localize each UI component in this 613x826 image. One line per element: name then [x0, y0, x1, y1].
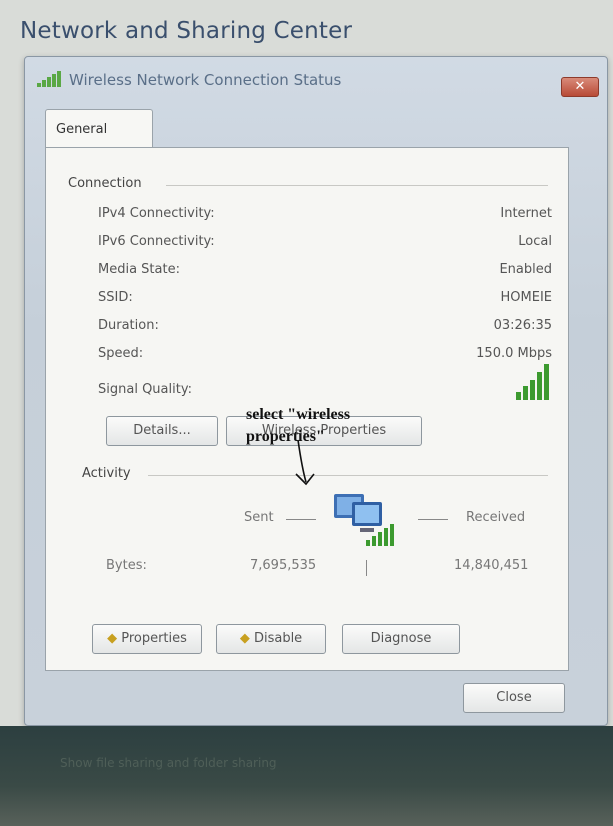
ipv6-label: IPv6 Connectivity: — [98, 234, 215, 249]
disable-button-label: Disable — [253, 631, 303, 646]
network-computers-icon — [334, 494, 394, 546]
activity-group-divider — [148, 475, 548, 476]
properties-button[interactable]: ◆ Properties — [92, 624, 202, 654]
duration-value: 03:26:35 — [493, 318, 552, 333]
disable-button[interactable]: ◆ Disable — [216, 624, 326, 654]
ipv4-label: IPv4 Connectivity: — [98, 206, 215, 221]
sent-label: Sent — [244, 510, 274, 525]
speed-value: 150.0 Mbps — [476, 346, 552, 361]
speed-label: Speed: — [98, 346, 144, 361]
shield-icon: ◆ — [239, 631, 250, 646]
bytes-label: Bytes: — [106, 558, 147, 573]
media-state-label: Media State: — [98, 262, 180, 277]
shield-icon: ◆ — [107, 631, 118, 646]
tab-general[interactable]: General — [45, 109, 153, 150]
received-line — [418, 519, 448, 520]
close-window-button[interactable]: ✕ — [561, 77, 599, 97]
activity-group-label: Activity — [82, 466, 131, 481]
close-button[interactable]: Close — [463, 683, 565, 713]
bytes-received-value: 14,840,451 — [454, 558, 529, 573]
background-taskbar-area — [0, 726, 613, 826]
ssid-value: HOMEIE — [500, 290, 553, 305]
signal-quality-icon — [516, 364, 549, 400]
bytes-separator — [366, 560, 367, 576]
connection-group-label: Connection — [68, 176, 142, 191]
arrow-down-icon — [295, 439, 315, 486]
signal-quality-label: Signal Quality: — [98, 382, 192, 397]
connection-group-divider — [166, 185, 548, 186]
ipv4-value: Internet — [500, 206, 552, 221]
general-panel: Connection IPv4 Connectivity: Internet I… — [45, 147, 569, 671]
status-dialog: Wireless Network Connection Status ✕ Gen… — [24, 56, 608, 726]
signal-strength-icon — [37, 71, 61, 87]
background-footer-text: Show file sharing and folder sharing — [60, 756, 277, 770]
sent-line — [286, 519, 316, 520]
media-state-value: Enabled — [499, 262, 552, 277]
bytes-sent-value: 7,695,535 — [250, 558, 317, 573]
properties-button-label: Properties — [121, 631, 187, 646]
details-button[interactable]: Details... — [106, 416, 218, 446]
dialog-title: Wireless Network Connection Status — [69, 71, 342, 89]
tab-general-label: General — [56, 122, 108, 137]
ssid-label: SSID: — [98, 290, 133, 305]
duration-label: Duration: — [98, 318, 159, 333]
photo-frame: Network and Sharing Center Wireless Netw… — [0, 0, 613, 826]
annotation-line-1: select "wireless — [246, 406, 351, 423]
ipv6-value: Local — [518, 234, 552, 249]
dialog-titlebar[interactable]: Wireless Network Connection Status ✕ — [25, 57, 607, 97]
background-window-title: Network and Sharing Center — [20, 18, 353, 44]
diagnose-button[interactable]: Diagnose — [342, 624, 460, 654]
received-label: Received — [466, 510, 526, 525]
